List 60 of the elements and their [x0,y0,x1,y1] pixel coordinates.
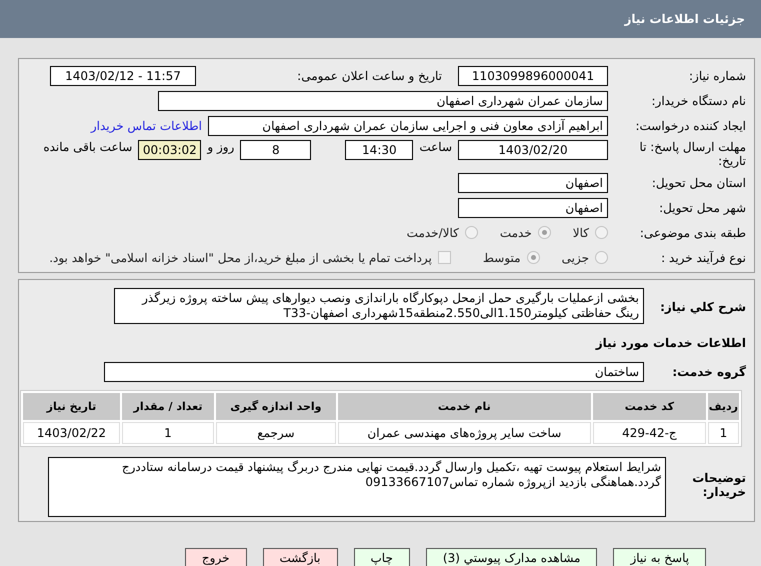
field-label: نام دستگاه خریدار: [650,94,746,108]
page-title: جزئیات اطلاعات نیاز [624,12,745,26]
buyer-field: سازمان عمران شهرداری اصفهان [158,90,608,110]
field-label: طبقه بندی موضوعی: [638,226,746,240]
table-cell: 1 [708,422,739,444]
deadline-time-field: 14:30 [345,140,414,160]
location-field: اصفهان [458,198,608,218]
buyer-notes-box: شرایط استعلام پیوست تهیه ،تکمیل وارسال گردد.قیمت نهایی مندرج دربرگ پیشنهاد قیمت درسامانه ستاددرج گردد.هماهنگی بازدید ازپروژه شماره تماس09133667107 [48,457,666,517]
category-radio[interactable] [595,226,608,239]
column-header: تعداد / مقدار [122,393,214,420]
field-label: شهر محل تحویل: [658,200,746,214]
process-radio[interactable] [526,251,540,264]
category-radio[interactable] [538,226,551,239]
action-button[interactable]: مشاهده مدارک پیوستي (3) [426,548,598,566]
table-cell: ساخت سایر پروژه‌های مهندسی عمران [338,422,591,444]
days-label: روز و [207,140,234,154]
column-header: کد خدمت [592,393,706,420]
field-label: شماره نیاز: [688,68,746,82]
time-label: ساعت [419,140,452,154]
process-radio[interactable] [595,251,608,264]
remaining-label: ساعت باقی مانده [43,140,132,154]
radio-label: کالا/خدمت [406,226,459,240]
field-label: شرح کلي نياز: [659,300,746,314]
radio-label: متوسط [482,250,521,264]
field-label: استان محل تحویل: [650,176,746,190]
need-number-field: 1103099896000041 [458,66,608,86]
location-field: اصفهان [458,172,608,192]
remaining-time-field: 00:03:02 [138,140,202,160]
column-header: تاریخ نیاز [23,393,120,420]
section-title: اطلاعات خدمات مورد نياز [596,336,746,350]
action-button[interactable]: چاپ [354,548,410,566]
action-button[interactable]: خروج [184,548,246,566]
checkbox-label: پرداخت تمام یا بخشی از مبلغ خرید،از محل "اسناد خزانه اسلامی" خواهد بود. [49,250,432,264]
table-cell: 1 [122,422,214,444]
field-label: مهلت ارسال پاسخ: تا تاریخ: [638,140,746,168]
category-radio[interactable] [464,226,478,239]
field-label: گروه خدمت: [671,364,746,378]
field-label: ایجاد کننده درخواست: [634,118,746,132]
announce-date-field: 1403/02/12 - 11:57 [50,66,196,86]
field-label: توضیحات خریدار: [691,471,746,499]
deadline-date-field: 1403/02/20 [458,140,608,160]
radio-label: کالا [572,226,589,240]
column-header: ردیف [708,393,739,420]
column-header: نام خدمت [338,393,591,420]
table-cell: ج-42-429 [592,422,706,444]
radio-label: جزیی [562,250,589,264]
field-label: تاریخ و ساعت اعلان عمومی: [296,68,442,82]
table-cell: سرجمع [216,422,336,444]
payment-checkbox[interactable] [438,251,451,264]
action-button[interactable]: پاسخ به نیاز [613,548,706,566]
summary-box: بخشی ازعملیات بارگیری حمل ازمحل دپوکارگاه باراندازی ونصب دیوارهای پیش ساخته پروژه زیرگذر رینگ حفاظتی کیلومتر1.150الی2.550منطقه15شهرداری اصفهان-T33 [114,288,644,324]
requester-field: ابراهیم آزادی معاون فنی و اجرایی سازمان عمران شهرداری اصفهان [208,116,608,136]
service-group-field: ساختمان [104,362,644,382]
field-label: نوع فرآیند خرید : [660,250,746,264]
days-field: 8 [240,140,312,160]
buyer-contact-link[interactable]: اطلاعات تماس خریدار [90,118,202,132]
column-header: واحد اندازه گیری [216,393,336,420]
radio-label: خدمت [500,226,532,240]
table-cell: 1403/02/22 [23,422,120,444]
action-button[interactable]: بازگشت [262,548,338,566]
